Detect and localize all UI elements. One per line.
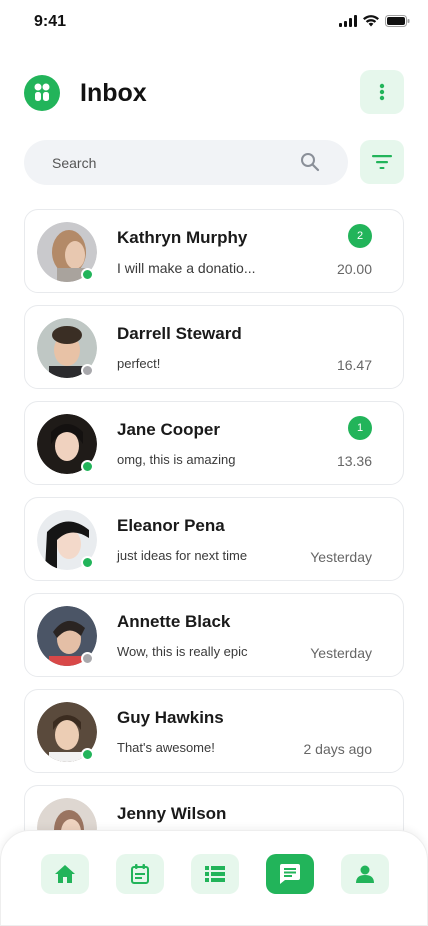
last-message: That's awesome!: [117, 740, 215, 755]
filter-icon: [372, 155, 392, 169]
battery-icon: [385, 15, 410, 27]
conversation-item[interactable]: Darrell Steward perfect! 16.47: [24, 305, 404, 389]
home-icon: [55, 865, 75, 883]
online-status-dot: [81, 556, 94, 569]
message-time: 2 days ago: [303, 741, 373, 757]
offline-status-dot: [81, 652, 94, 665]
conversation-item[interactable]: Jane Cooper omg, this is amazing 1 13.36: [24, 401, 404, 485]
search-icon[interactable]: [300, 152, 320, 172]
contact-name: Eleanor Pena: [117, 516, 225, 535]
unread-badge: 2: [348, 224, 372, 248]
message-time: Yesterday: [310, 645, 372, 661]
online-status-dot: [81, 748, 94, 761]
message-time: 13.36: [336, 453, 372, 469]
contact-name: Jane Cooper: [117, 420, 220, 439]
bottom-nav: [0, 830, 428, 926]
last-message: perfect!: [117, 356, 161, 371]
contact-name: Darrell Steward: [117, 324, 242, 343]
conversation-item[interactable]: Annette Black Wow, this is really epic Y…: [24, 593, 404, 677]
conversation-item[interactable]: Kathryn Murphy I will make a donatio... …: [24, 209, 404, 293]
chat-icon: [280, 864, 300, 884]
nav-calendar-button[interactable]: [116, 854, 164, 894]
contact-name: Jenny Wilson: [117, 804, 227, 823]
conversation-item[interactable]: Eleanor Pena just ideas for next time Ye…: [24, 497, 404, 581]
message-time: 16.47: [336, 357, 372, 373]
status-icons: [339, 15, 410, 27]
calendar-icon: [131, 864, 149, 884]
status-time: 9:41: [34, 13, 67, 30]
last-message: Wow, this is really epic: [117, 644, 248, 659]
conversation-list: Kathryn Murphy I will make a donatio... …: [24, 209, 404, 881]
contact-name: Annette Black: [117, 612, 231, 631]
status-bar: 9:41: [0, 0, 428, 44]
message-time: 20.00: [336, 261, 372, 277]
last-message: just ideas for next time: [117, 548, 248, 563]
more-options-button[interactable]: [360, 70, 404, 114]
conversation-item[interactable]: Guy Hawkins That's awesome! 2 days ago: [24, 689, 404, 773]
nav-home-button[interactable]: [41, 854, 89, 894]
last-message: omg, this is amazing: [117, 452, 236, 467]
page-title: Inbox: [80, 79, 147, 107]
online-status-dot: [81, 460, 94, 473]
search-input[interactable]: [52, 140, 292, 185]
filter-button[interactable]: [360, 140, 404, 184]
wifi-icon: [363, 15, 379, 27]
list-icon: [205, 866, 225, 882]
profile-icon: [356, 865, 374, 883]
last-message: I will make a donatio...: [117, 260, 256, 276]
nav-profile-button[interactable]: [341, 854, 389, 894]
more-vertical-icon: [379, 83, 385, 101]
search-bar: [24, 140, 348, 185]
nav-chat-button[interactable]: [266, 854, 314, 894]
contact-name: Kathryn Murphy: [117, 228, 248, 247]
signal-icon: [339, 15, 357, 27]
app-logo-icon: [24, 75, 60, 111]
contact-name: Guy Hawkins: [117, 708, 224, 727]
online-status-dot: [81, 268, 94, 281]
unread-badge: 1: [348, 416, 372, 440]
nav-list-button[interactable]: [191, 854, 239, 894]
message-time: Yesterday: [310, 549, 372, 565]
offline-status-dot: [81, 364, 94, 377]
header: Inbox: [24, 70, 404, 116]
